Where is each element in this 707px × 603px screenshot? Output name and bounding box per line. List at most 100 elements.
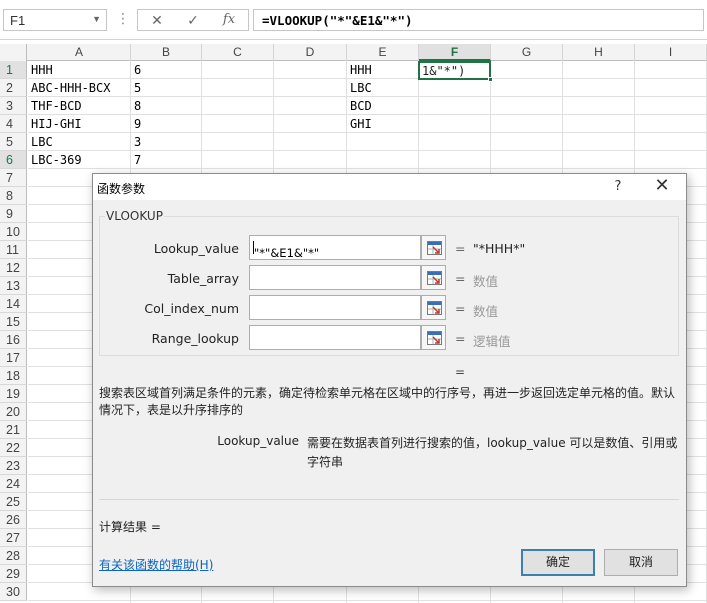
- arg-result-col-index-num: 数值: [473, 304, 499, 319]
- row-header-27[interactable]: 27: [0, 529, 27, 547]
- function-help-link[interactable]: 有关该函数的帮助(H): [99, 556, 213, 573]
- row-header-21[interactable]: 21: [0, 421, 27, 439]
- cell-a6[interactable]: LBC-369: [28, 151, 138, 169]
- row-header-7[interactable]: 7: [0, 169, 27, 187]
- row-header-9[interactable]: 9: [0, 205, 27, 223]
- column-header-e[interactable]: E: [347, 44, 419, 61]
- row-header-12[interactable]: 12: [0, 259, 27, 277]
- row-header-20[interactable]: 20: [0, 403, 27, 421]
- row-header-23[interactable]: 23: [0, 457, 27, 475]
- arg-result-range-lookup: 逻辑值: [473, 334, 511, 349]
- cell-e1[interactable]: HHH: [347, 61, 419, 79]
- lookup-value-input[interactable]: "*"&E1&"*": [249, 235, 421, 260]
- row-header-26[interactable]: 26: [0, 511, 27, 529]
- table-array-input[interactable]: [249, 265, 421, 290]
- row-header-1[interactable]: 1: [0, 61, 27, 79]
- cell-b5[interactable]: 3: [131, 133, 202, 151]
- fill-handle[interactable]: [488, 77, 493, 82]
- row-header-2[interactable]: 2: [0, 79, 27, 97]
- collapse-dialog-button-1[interactable]: [421, 235, 446, 260]
- row-header-15[interactable]: 15: [0, 313, 27, 331]
- cell-e2[interactable]: LBC: [347, 79, 419, 97]
- help-icon[interactable]: ?: [605, 177, 631, 197]
- row-header-17[interactable]: 17: [0, 349, 27, 367]
- row-header-30[interactable]: 30: [0, 583, 27, 601]
- active-cell[interactable]: 1&"*"): [418, 61, 493, 82]
- cell-b2[interactable]: 5: [131, 79, 202, 97]
- enter-icon[interactable]: ✓: [180, 12, 206, 29]
- chevron-down-icon[interactable]: ▼: [92, 14, 101, 24]
- column-header-d[interactable]: D: [274, 44, 347, 61]
- range-select-icon: [427, 271, 442, 285]
- arg-label-col-index-num: Col_index_num: [144, 301, 239, 316]
- active-cell-text: 1&"*"): [422, 64, 466, 78]
- insert-function-icon[interactable]: fx: [216, 12, 242, 27]
- column-header-a[interactable]: A: [28, 44, 131, 61]
- arg-label-range-lookup: Range_lookup: [151, 331, 239, 346]
- formula-bar: F1 ▼ ⋮ ✕ ✓ fx =VLOOKUP("*"&E1&"*"): [0, 0, 707, 40]
- name-box[interactable]: F1 ▼: [3, 9, 107, 31]
- formula-input[interactable]: =VLOOKUP("*"&E1&"*"): [253, 9, 704, 31]
- name-box-value: F1: [10, 13, 26, 28]
- row-header-13[interactable]: 13: [0, 277, 27, 295]
- row-header-28[interactable]: 28: [0, 547, 27, 565]
- column-header-b[interactable]: B: [131, 44, 202, 61]
- row-header-25[interactable]: 25: [0, 493, 27, 511]
- row-header-16[interactable]: 16: [0, 331, 27, 349]
- row-header-3[interactable]: 3: [0, 97, 27, 115]
- cell-a1[interactable]: HHH: [28, 61, 138, 79]
- collapse-dialog-button-2[interactable]: [421, 265, 446, 290]
- cell-a3[interactable]: THF-BCD: [28, 97, 138, 115]
- drag-handle-icon[interactable]: ⋮: [116, 10, 130, 27]
- range-lookup-input[interactable]: [249, 325, 421, 350]
- column-header-f[interactable]: F: [419, 44, 491, 61]
- row-header-22[interactable]: 22: [0, 439, 27, 457]
- cell-e3[interactable]: BCD: [347, 97, 419, 115]
- column-header-i[interactable]: I: [635, 44, 707, 61]
- row-header-19[interactable]: 19: [0, 385, 27, 403]
- arg-label-table-array: Table_array: [167, 271, 239, 286]
- dialog-titlebar[interactable]: 函数参数 ? ✕: [93, 174, 686, 200]
- col-index-num-input[interactable]: [249, 295, 421, 320]
- cell-a4[interactable]: HIJ-GHI: [28, 115, 138, 133]
- arg-equals-1: =: [455, 241, 466, 256]
- cell-b1[interactable]: 6: [131, 61, 202, 79]
- cell-b3[interactable]: 8: [131, 97, 202, 115]
- row-header-14[interactable]: 14: [0, 295, 27, 313]
- row-header-10[interactable]: 10: [0, 223, 27, 241]
- cancel-button[interactable]: 取消: [604, 549, 678, 576]
- row-header-8[interactable]: 8: [0, 187, 27, 205]
- ok-button[interactable]: 确定: [521, 549, 595, 576]
- cell-b4[interactable]: 9: [131, 115, 202, 133]
- row-header-24[interactable]: 24: [0, 475, 27, 493]
- formula-buttons: ✕ ✓ fx: [137, 9, 249, 31]
- collapse-dialog-button-4[interactable]: [421, 325, 446, 350]
- cell-b6[interactable]: 7: [131, 151, 202, 169]
- arg-equals-4: =: [455, 331, 466, 346]
- cell-a2[interactable]: ABC-HHH-BCX: [28, 79, 138, 97]
- function-arguments-dialog: 函数参数 ? ✕ VLOOKUP Lookup_value "*"&E1&"*"…: [92, 173, 687, 587]
- collapse-dialog-button-3[interactable]: [421, 295, 446, 320]
- cell-a5[interactable]: LBC: [28, 133, 138, 151]
- function-result-equals: =: [455, 365, 466, 379]
- row-header-18[interactable]: 18: [0, 367, 27, 385]
- param-name: Lookup_value: [217, 434, 299, 448]
- row-header-6[interactable]: 6: [0, 151, 27, 169]
- range-select-icon: [427, 241, 442, 255]
- arg-result-lookup-value: "*HHH*": [473, 241, 526, 256]
- arg-label-lookup-value: Lookup_value: [153, 241, 239, 256]
- range-select-icon: [427, 301, 442, 315]
- row-header-29[interactable]: 29: [0, 565, 27, 583]
- column-header-h[interactable]: H: [563, 44, 635, 61]
- arg-result-table-array: 数值: [473, 274, 499, 289]
- row-header-4[interactable]: 4: [0, 115, 27, 133]
- cell-e4[interactable]: GHI: [347, 115, 419, 133]
- column-header-c[interactable]: C: [202, 44, 274, 61]
- column-headers: ABCDEFGHI: [0, 44, 707, 61]
- select-all-corner[interactable]: [0, 44, 27, 61]
- row-header-5[interactable]: 5: [0, 133, 27, 151]
- cancel-icon[interactable]: ✕: [144, 12, 170, 29]
- column-header-g[interactable]: G: [491, 44, 563, 61]
- row-header-11[interactable]: 11: [0, 241, 27, 259]
- close-icon[interactable]: ✕: [649, 176, 675, 198]
